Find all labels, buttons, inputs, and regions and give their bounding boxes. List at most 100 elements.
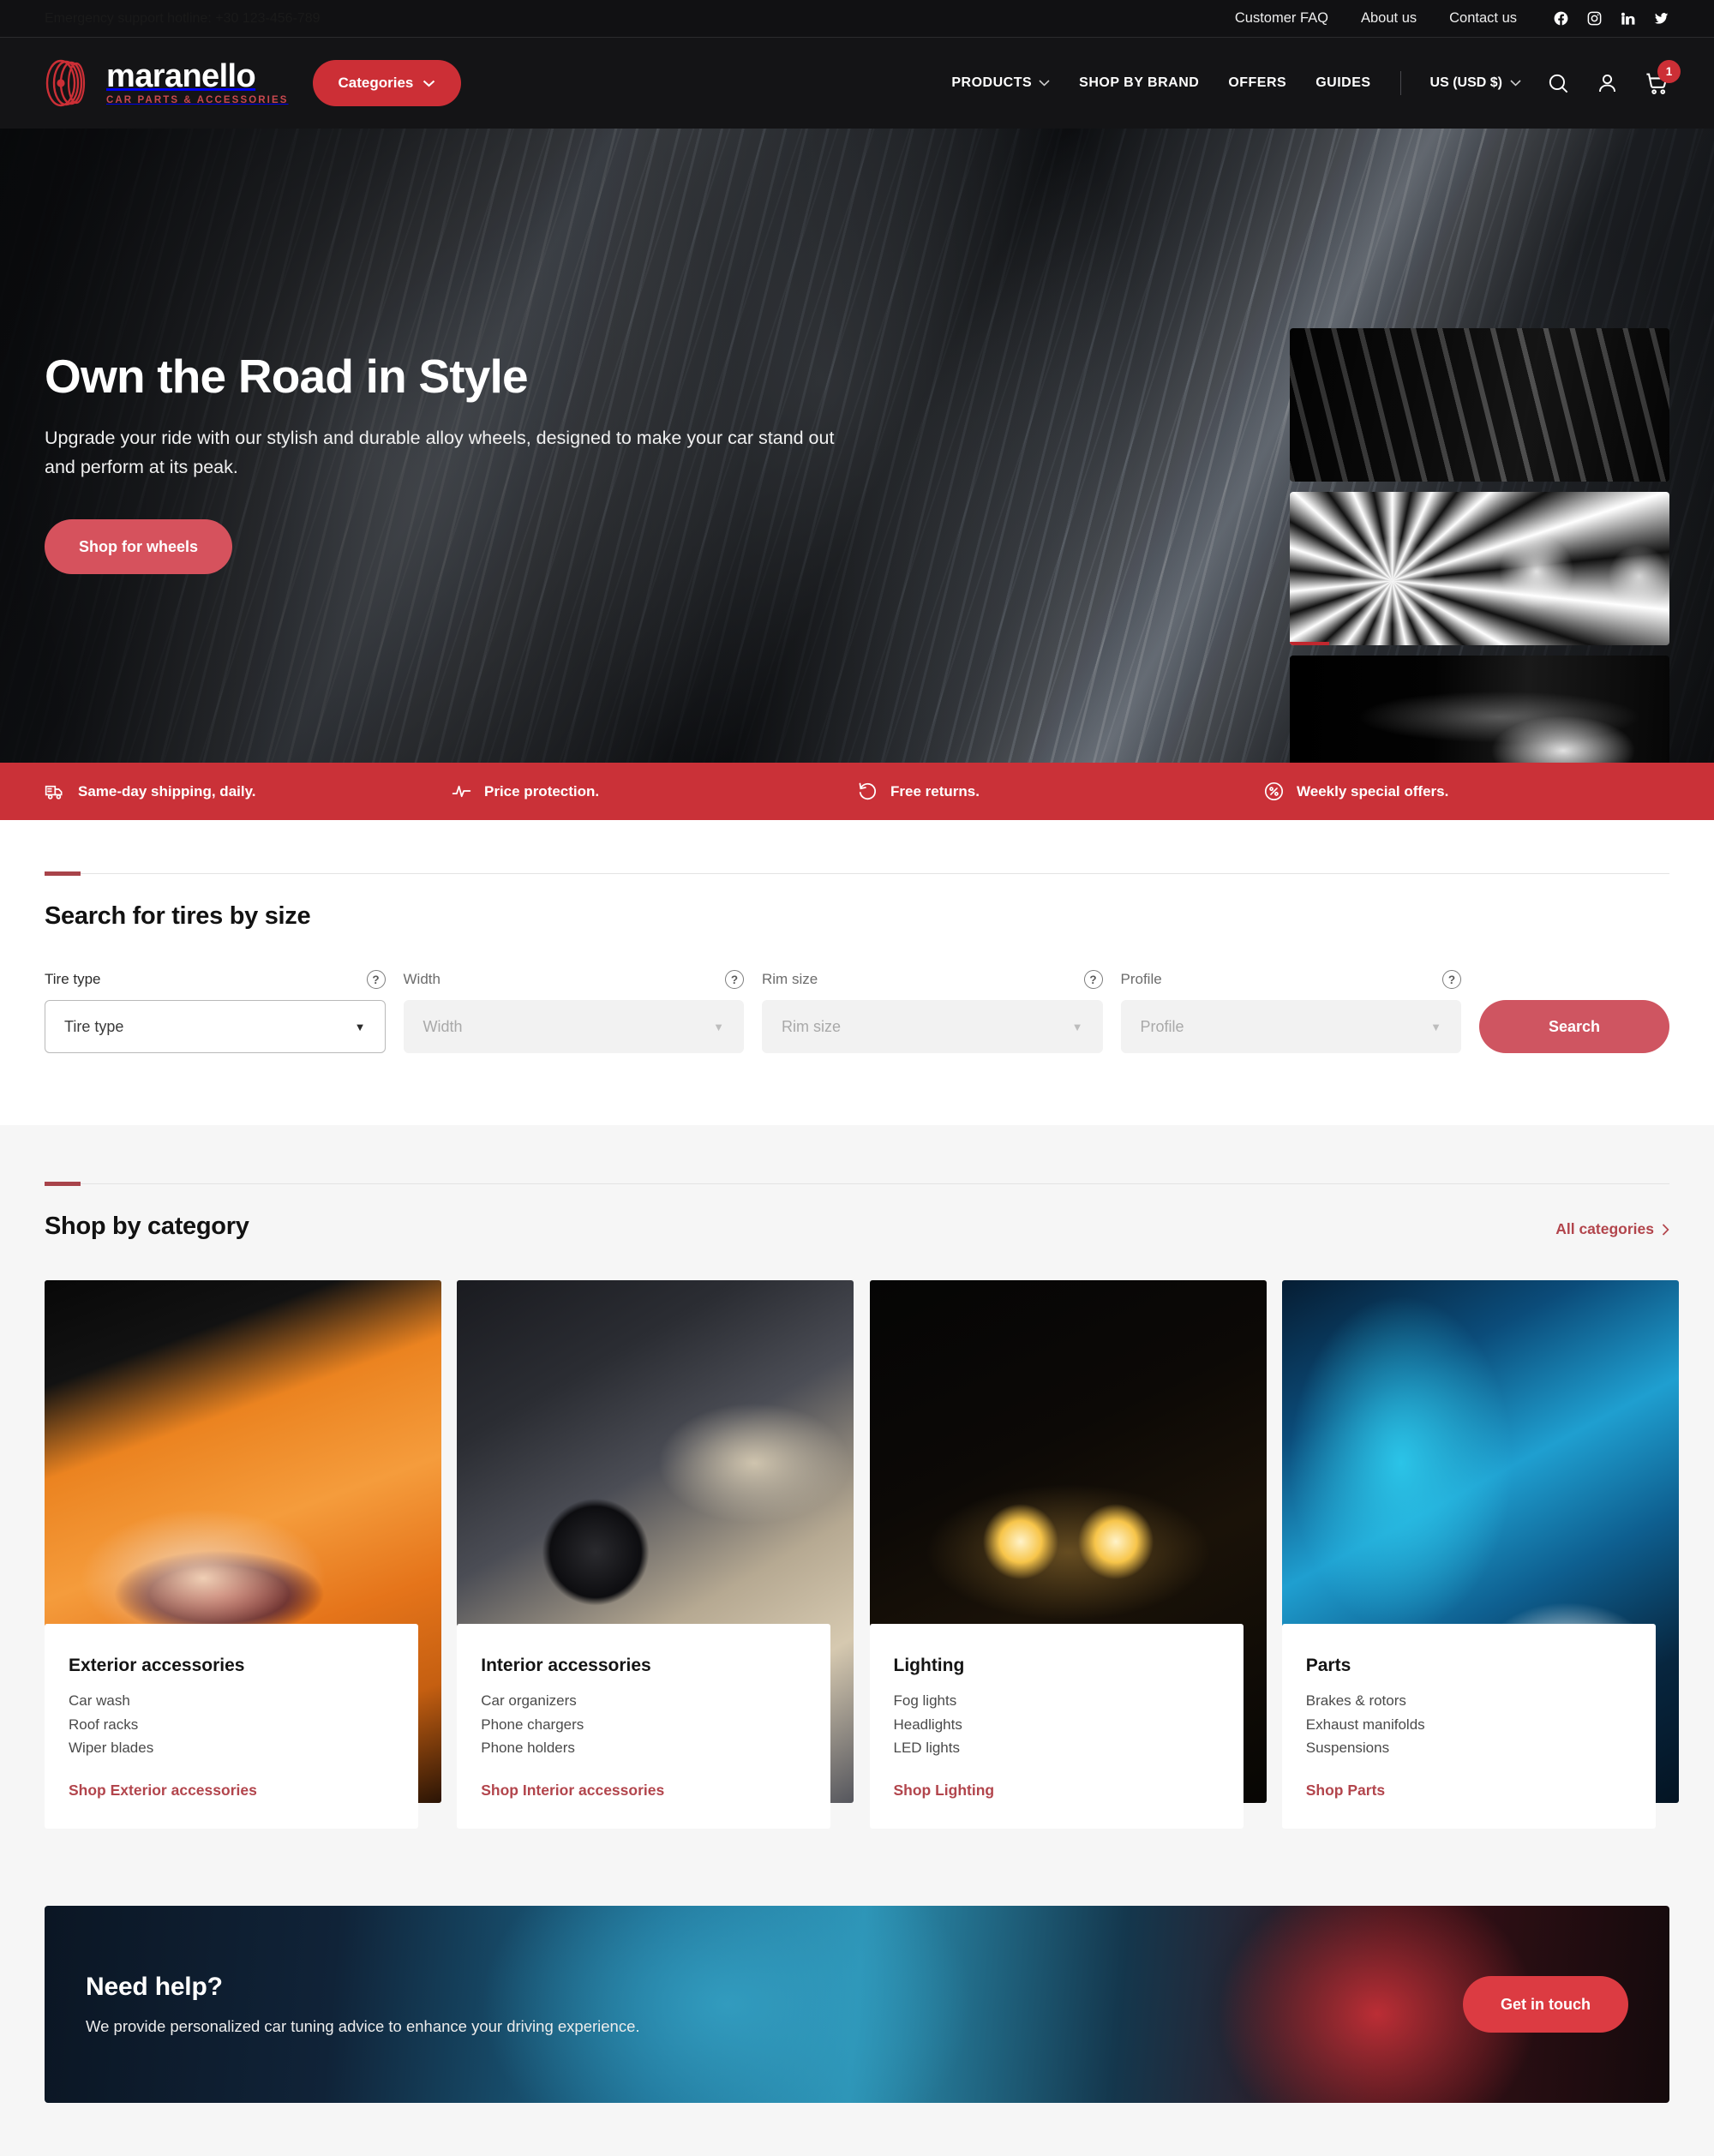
shop-link-exterior[interactable]: Shop Exterior accessories — [69, 1782, 257, 1800]
search-button[interactable] — [1547, 72, 1570, 95]
benefit-shipping: Same-day shipping, daily. — [45, 781, 451, 802]
truck-icon — [45, 785, 63, 800]
need-help-copy: Need help? We provide personalized car t… — [86, 1973, 640, 2036]
hero-title: Own the Road in Style — [45, 349, 529, 403]
select-width[interactable]: Width ▼ — [403, 1000, 744, 1053]
category-card-grid: Exterior accessories Car wash Roof racks… — [45, 1280, 1679, 1829]
list-item: Suspensions — [1305, 1740, 1390, 1757]
utility-links: Customer FAQ About us Contact us — [1202, 10, 1669, 27]
list-item: Phone holders — [481, 1740, 575, 1757]
support-hotline: Emergency support hotline: +30 123-456-7… — [45, 10, 321, 26]
nav-products[interactable]: PRODUCTS — [951, 75, 1050, 91]
label-profile: Profile — [1120, 971, 1162, 987]
nav-shop-by-brand[interactable]: SHOP BY BRAND — [1079, 75, 1199, 91]
category-items-lighting: Fog lights Headlights LED lights — [894, 1689, 1220, 1760]
category-card-interior-accessories[interactable]: Interior accessories Car organizers Phon… — [457, 1280, 854, 1829]
list-item: Exhaust manifolds — [1305, 1716, 1425, 1733]
select-tire-type-value: Tire type — [64, 1017, 124, 1035]
account-button[interactable] — [1596, 72, 1619, 95]
all-categories-link[interactable]: All categories — [1555, 1220, 1669, 1238]
category-card-parts[interactable]: Parts Brakes & rotors Exhaust manifolds … — [1281, 1280, 1679, 1829]
instagram-icon[interactable] — [1586, 10, 1603, 27]
select-profile-value: Profile — [1140, 1017, 1184, 1035]
tire-search-form: Tire type ? Tire type ▼ Width ? Width ▼ — [45, 970, 1669, 1053]
linkedin-icon[interactable] — [1620, 10, 1636, 27]
list-item: Brakes & rotors — [1305, 1692, 1406, 1710]
help-icon-tire-type[interactable]: ? — [366, 970, 386, 989]
chevron-down-icon: ▼ — [1071, 1020, 1083, 1033]
list-item: Roof racks — [69, 1716, 139, 1733]
thumb-headlight[interactable] — [1290, 656, 1669, 763]
main-nav: PRODUCTS SHOP BY BRAND OFFERS GUIDES US … — [922, 59, 1681, 96]
thumb-alloy-wheels[interactable] — [1290, 492, 1669, 645]
shop-link-interior[interactable]: Shop Interior accessories — [481, 1782, 664, 1800]
link-about-us[interactable]: About us — [1361, 10, 1417, 27]
select-tire-type[interactable]: Tire type ▼ — [45, 1000, 386, 1053]
maranello-logo-icon — [45, 59, 86, 107]
field-profile: Profile ? Profile ▼ — [1120, 970, 1461, 1053]
twitter-icon[interactable] — [1653, 10, 1669, 27]
brand-name: maranello — [106, 58, 256, 95]
chevron-down-icon: ▼ — [713, 1020, 724, 1033]
benefits-bar: Same-day shipping, daily. Price protecti… — [0, 763, 1714, 820]
site-header: maranello CAR PARTS & ACCESSORIES Catego… — [0, 38, 1714, 129]
chevron-down-icon — [1510, 80, 1521, 87]
shop-link-parts[interactable]: Shop Parts — [1306, 1782, 1385, 1800]
facebook-icon[interactable] — [1553, 10, 1569, 27]
link-customer-faq[interactable]: Customer FAQ — [1235, 10, 1328, 27]
need-help-subtitle: We provide personalized car tuning advic… — [86, 2017, 640, 2035]
shop-link-lighting[interactable]: Shop Lighting — [894, 1782, 995, 1800]
tire-search-button[interactable]: Search — [1479, 1000, 1669, 1053]
help-icon-rim-size[interactable]: ? — [1083, 970, 1103, 989]
help-icon-width[interactable]: ? — [725, 970, 744, 989]
cart-button[interactable]: 1 — [1645, 59, 1681, 96]
hero-section: Own the Road in Style Upgrade your ride … — [0, 129, 1714, 763]
all-categories-label: All categories — [1555, 1220, 1654, 1237]
select-rim-size[interactable]: Rim size ▼ — [762, 1000, 1103, 1053]
list-item: Headlights — [893, 1716, 962, 1733]
category-title-lighting: Lighting — [893, 1656, 965, 1676]
chevron-down-icon — [423, 80, 435, 87]
utility-bar: Emergency support hotline: +30 123-456-7… — [0, 0, 1714, 38]
nav-guides[interactable]: GUIDES — [1315, 75, 1370, 91]
shop-for-wheels-button[interactable]: Shop for wheels — [45, 519, 233, 575]
get-in-touch-button[interactable]: Get in touch — [1463, 1976, 1628, 2033]
brand-logo[interactable]: maranello CAR PARTS & ACCESSORIES — [45, 58, 289, 108]
category-title-interior: Interior accessories — [481, 1656, 651, 1676]
chevron-down-icon — [1039, 80, 1050, 87]
section-rule — [45, 1182, 1669, 1186]
list-item: Wiper blades — [69, 1740, 154, 1757]
thumb-tire-tread[interactable] — [1290, 328, 1669, 482]
benefit-special-offers: Weekly special offers. — [1263, 781, 1669, 802]
currency-selector[interactable]: US (USD $) — [1430, 75, 1521, 91]
field-width: Width ? Width ▼ — [403, 970, 744, 1053]
list-item: Fog lights — [893, 1692, 957, 1710]
user-icon — [1598, 74, 1616, 92]
select-profile[interactable]: Profile ▼ — [1120, 1000, 1461, 1053]
categories-button[interactable]: Categories — [312, 60, 462, 106]
label-width: Width — [403, 971, 440, 987]
return-arrow-icon — [859, 782, 877, 800]
link-contact-us[interactable]: Contact us — [1449, 10, 1517, 27]
brand-tagline: CAR PARTS & ACCESSORIES — [106, 95, 289, 106]
hero-thumbnail-gallery — [1290, 328, 1669, 763]
category-card-lighting[interactable]: Lighting Fog lights Headlights LED light… — [869, 1280, 1267, 1829]
search-icon — [1549, 74, 1568, 93]
help-icon-profile[interactable]: ? — [1442, 970, 1461, 989]
benefit-free-returns-label: Free returns. — [890, 782, 980, 800]
percent-badge-icon — [1264, 782, 1284, 801]
pulse-icon — [452, 785, 471, 798]
hero-subtitle: Upgrade your ride with our stylish and d… — [45, 428, 835, 477]
category-card-exterior-accessories[interactable]: Exterior accessories Car wash Roof racks… — [45, 1280, 441, 1829]
benefit-price-protection-label: Price protection. — [484, 782, 600, 800]
benefit-shipping-label: Same-day shipping, daily. — [78, 782, 256, 800]
shop-by-category-title: Shop by category — [45, 1213, 249, 1240]
benefit-special-offers-label: Weekly special offers. — [1297, 782, 1449, 800]
tire-search-section: Search for tires by size Tire type ? Tir… — [0, 820, 1714, 1125]
select-rim-size-value: Rim size — [782, 1017, 842, 1035]
list-item: LED lights — [893, 1740, 960, 1757]
page-root: Emergency support hotline: +30 123-456-7… — [0, 0, 1714, 2156]
category-title-parts: Parts — [1305, 1656, 1351, 1676]
list-item: Car wash — [69, 1692, 130, 1710]
nav-offers[interactable]: OFFERS — [1228, 75, 1286, 91]
